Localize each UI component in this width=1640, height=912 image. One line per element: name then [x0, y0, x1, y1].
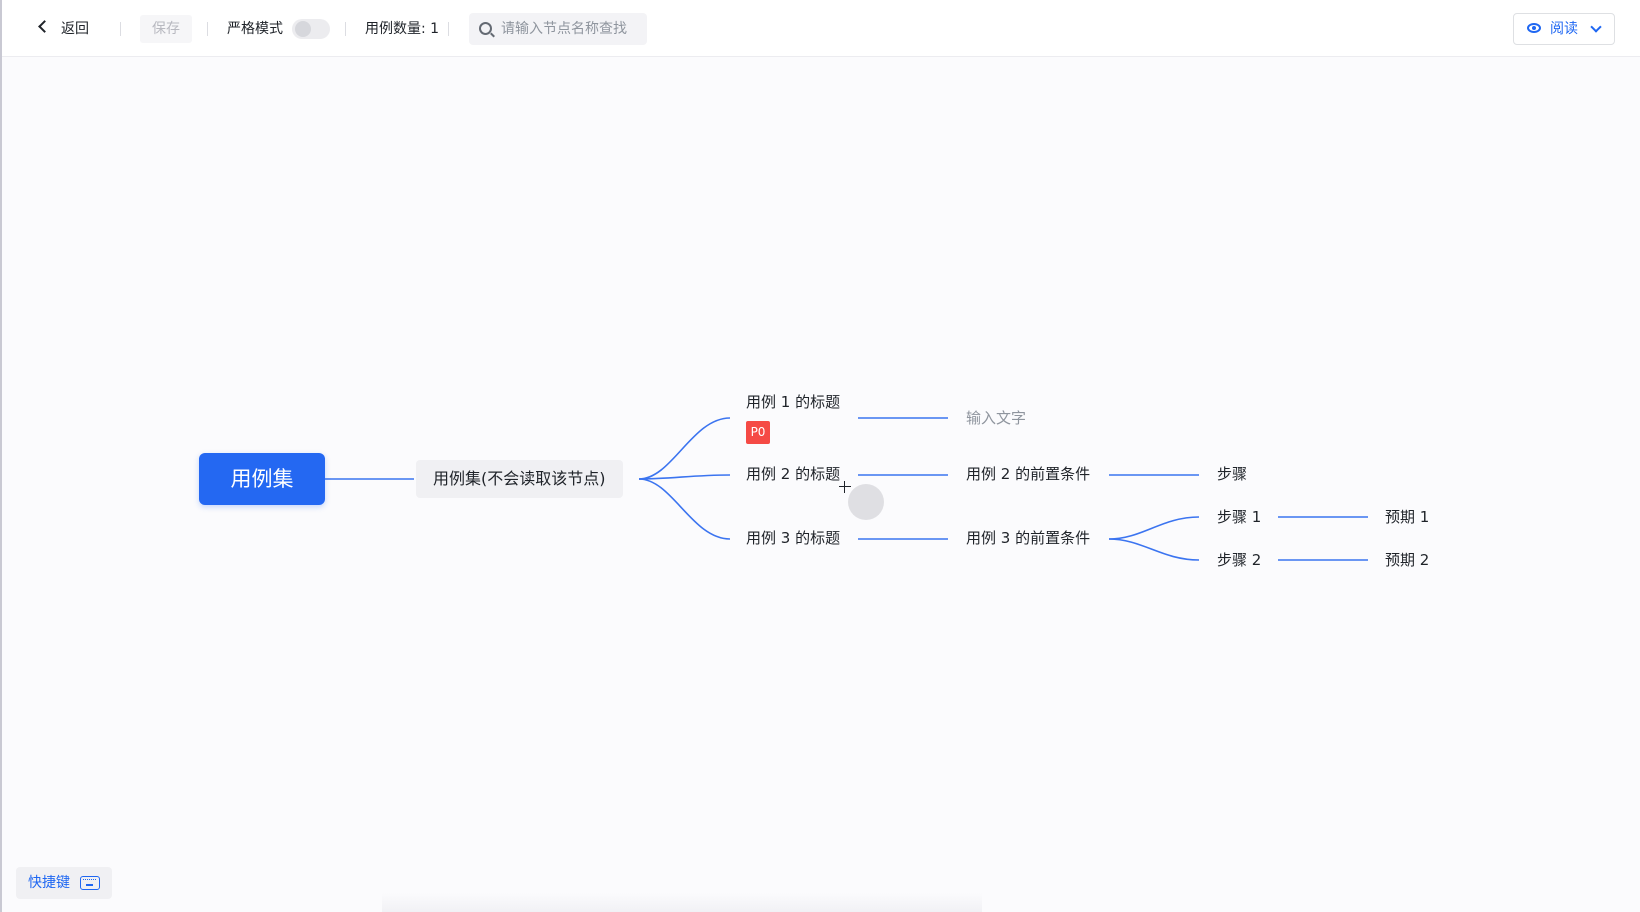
cursor-highlight	[848, 484, 884, 520]
mindmap-editor: 返回 保存 严格模式 用例数量: 1 阅读	[0, 0, 1640, 912]
case-3-expected-1-node[interactable]: 预期 1	[1385, 507, 1429, 527]
bottom-fade	[382, 893, 982, 912]
case-set-node[interactable]: 用例集(不会读取该节点)	[416, 460, 623, 498]
link-set-case3	[638, 478, 731, 540]
link-pre3-step1	[1108, 516, 1200, 540]
case-3-precondition-node[interactable]: 用例 3 的前置条件	[966, 528, 1090, 548]
case-1-title-node[interactable]: 用例 1 的标题	[746, 392, 840, 412]
keyboard-icon	[80, 876, 100, 890]
crosshair-cursor-icon	[839, 481, 851, 493]
root-node[interactable]: 用例集	[199, 453, 325, 505]
shortcut-button[interactable]: 快捷键	[16, 867, 112, 899]
case-2-precondition-node[interactable]: 用例 2 的前置条件	[966, 464, 1090, 484]
priority-badge[interactable]: P0	[746, 421, 770, 444]
case-3-step-2-node[interactable]: 步骤 2	[1217, 550, 1261, 570]
case-2-step-node[interactable]: 步骤	[1217, 464, 1247, 484]
case-3-step-1-node[interactable]: 步骤 1	[1217, 507, 1261, 527]
link-set-case1	[638, 417, 731, 480]
case-1-input-placeholder[interactable]: 输入文字	[966, 408, 1026, 428]
link-pre3-step2	[1108, 538, 1200, 561]
case-2-title-node[interactable]: 用例 2 的标题	[746, 464, 840, 484]
shortcut-label: 快捷键	[28, 875, 70, 891]
case-3-title-node[interactable]: 用例 3 的标题	[746, 528, 840, 548]
case-3-expected-2-node[interactable]: 预期 2	[1385, 550, 1429, 570]
